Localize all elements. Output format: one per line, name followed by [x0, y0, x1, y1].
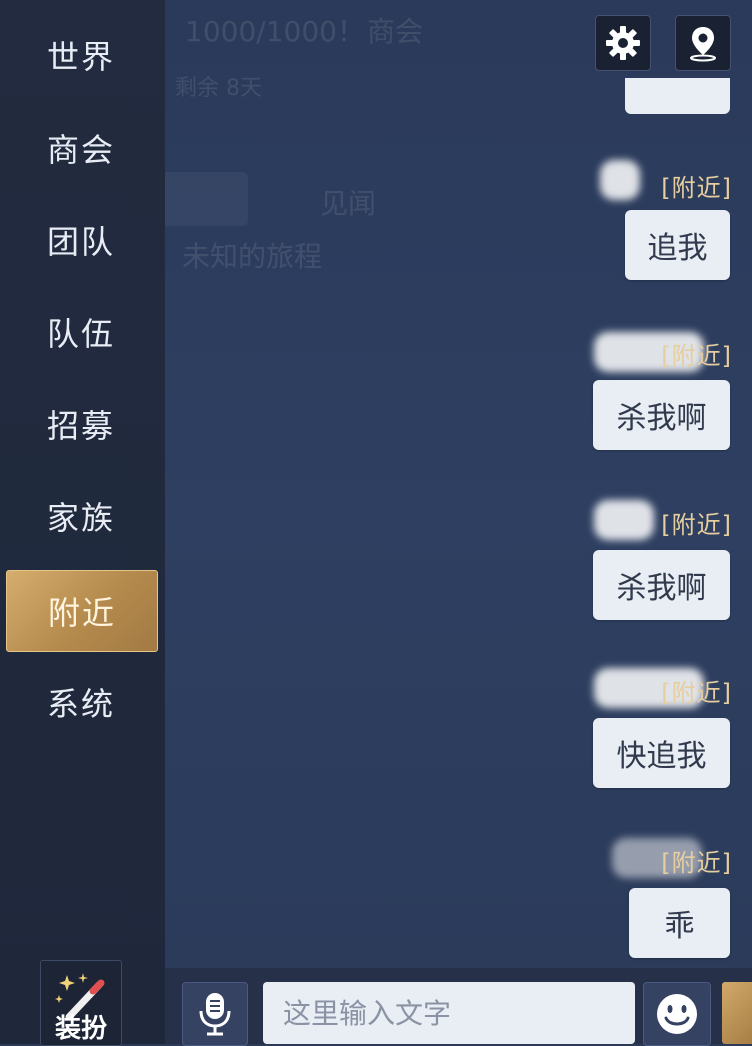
channel-tab-world[interactable]: 世界 [6, 15, 156, 95]
background-tab-text: 见闻 [320, 187, 377, 220]
chat-bubble[interactable]: 杀我啊 [593, 550, 730, 620]
gear-icon [606, 26, 640, 60]
background-journey-text: 未知的旅程 [182, 240, 323, 273]
chat-bubble[interactable]: 乖 [629, 888, 730, 958]
channel-tab-team[interactable]: 队伍 [6, 292, 156, 372]
dress-up-button[interactable]: 装扮 [40, 960, 122, 1046]
chat-bubble[interactable]: 追我 [625, 210, 730, 280]
channel-tab-group[interactable]: 团队 [6, 200, 156, 280]
sender-name-redacted [600, 160, 640, 200]
map-pin-icon [690, 27, 716, 62]
channel-tab-system[interactable]: 系统 [6, 662, 156, 742]
sender-name-redacted [594, 500, 654, 540]
chat-bubble-partial [625, 78, 730, 114]
channel-tab-recruit[interactable]: 招募 [6, 384, 156, 464]
channel-sidebar: 世界 商会 团队 队伍 招募 家族 附近 系统 装扮 [0, 0, 165, 1046]
smiley-icon [657, 994, 697, 1034]
chat-bubble[interactable]: 杀我啊 [593, 380, 730, 450]
chat-input[interactable] [263, 982, 635, 1044]
channel-tab-nearby[interactable]: 附近 [6, 570, 158, 652]
channel-tab-family[interactable]: 家族 [6, 476, 156, 556]
dress-up-label: 装扮 [54, 1014, 107, 1044]
location-button[interactable] [675, 15, 731, 71]
channel-tag: [附近] [661, 342, 732, 370]
channel-tag: [附近] [661, 174, 732, 202]
emoji-button[interactable] [643, 982, 711, 1046]
voice-button[interactable] [182, 982, 248, 1046]
send-button[interactable] [722, 982, 752, 1044]
channel-tag: [附近] [661, 849, 732, 877]
background-progress-text: 1000/1000！ [185, 15, 365, 48]
channel-tag: [附近] [661, 511, 732, 539]
background-chamber-text: 商会 [367, 15, 424, 48]
background-days-text: 剩余 8天 [175, 76, 262, 101]
chat-bubble[interactable]: 快追我 [593, 718, 730, 788]
channel-tag: [附近] [661, 679, 732, 707]
microphone-icon [199, 993, 231, 1036]
channel-tab-chamber[interactable]: 商会 [6, 108, 156, 188]
settings-button[interactable] [595, 15, 651, 71]
